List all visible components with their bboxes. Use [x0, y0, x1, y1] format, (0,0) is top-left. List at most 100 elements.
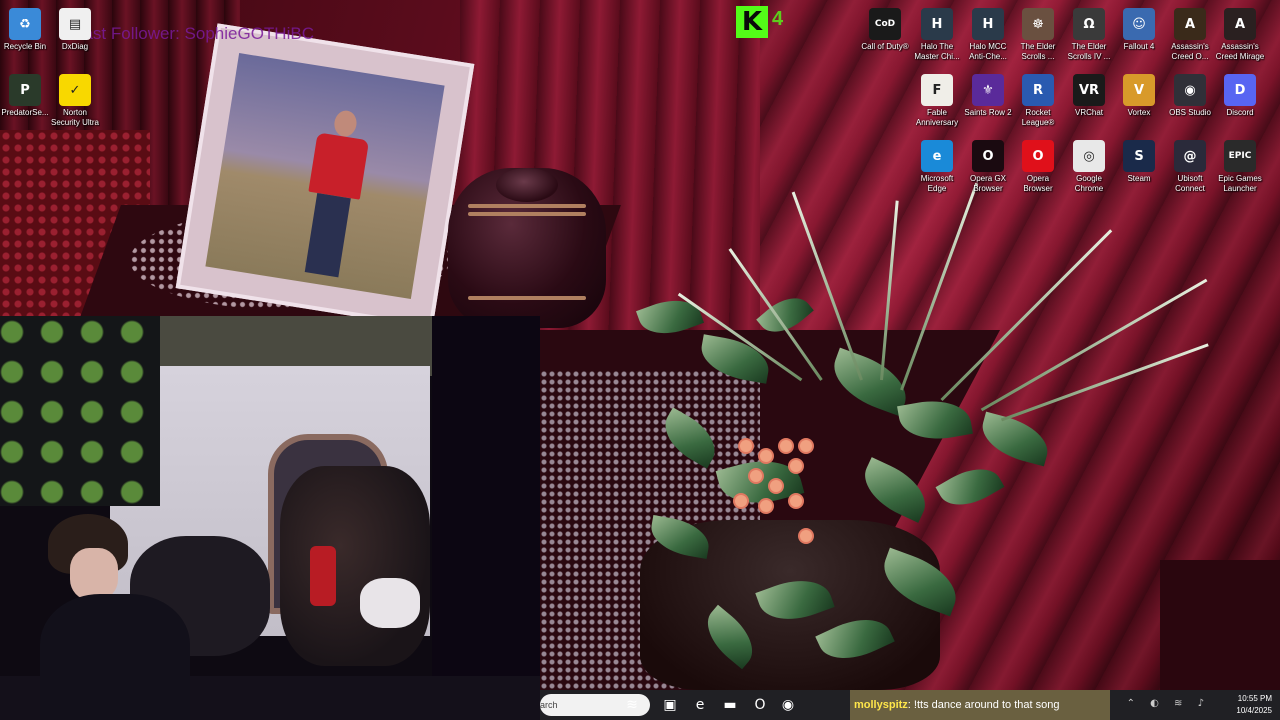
- desktop-icon-call-of-duty[interactable]: CoD Call of Duty®: [860, 4, 910, 68]
- clock-time: 10:55 PM: [1237, 694, 1272, 703]
- fable-icon: F: [921, 74, 953, 106]
- chat-message: : !tts dance around to that song: [907, 699, 1060, 711]
- chat-notification: mollyspitz: !tts dance around to that so…: [850, 690, 1110, 720]
- norton-icon: ✓: [59, 74, 91, 106]
- saints-row-icon: ⚜: [972, 74, 1004, 106]
- opera-icon: O: [1022, 140, 1054, 172]
- file-explorer-icon[interactable]: ▬: [720, 695, 740, 715]
- desktop-icon-label: Vortex: [1127, 108, 1151, 117]
- kick-viewer-count: 4: [772, 8, 784, 30]
- desktop-icon-vrchat[interactable]: VR VRChat: [1064, 70, 1114, 134]
- opera-taskbar-icon[interactable]: O: [750, 695, 770, 715]
- desktop-icon-assassins-creed-mirage[interactable]: A Assassin's Creed Mirage: [1215, 4, 1265, 68]
- desktop-icon-label: Call of Duty®: [861, 42, 909, 51]
- desktop-icon-predator-sense[interactable]: P PredatorSe...: [0, 70, 50, 134]
- webcam-red-object: [310, 546, 336, 606]
- desktop-icon-label: The Elder Scrolls IV ...: [1067, 42, 1111, 61]
- desktop-icon-label: Assassin's Creed O...: [1171, 42, 1209, 61]
- desktop-icon-ubisoft[interactable]: @ Ubisoft Connect: [1165, 136, 1215, 200]
- desktop-icon-elder-scrolls[interactable]: ☸ The Elder Scrolls ...: [1013, 4, 1063, 68]
- assassins-creed-odyssey-icon: A: [1174, 8, 1206, 40]
- desktop-icon-label: Ubisoft Connect: [1175, 174, 1205, 193]
- wallpaper-floor: [1160, 560, 1280, 700]
- desktop-icon-chrome[interactable]: ◎ Google Chrome: [1064, 136, 1114, 200]
- obs-studio-icon: ◉: [1174, 74, 1206, 106]
- steam-icon: S: [1123, 140, 1155, 172]
- vrchat-icon: VR: [1073, 74, 1105, 106]
- recycle-bin-icon: ♻: [9, 8, 41, 40]
- desktop-icon-label: Halo MCC Anti-Che...: [969, 42, 1007, 61]
- webcam-tapestry: [0, 316, 160, 506]
- desktop-icon-saints-row[interactable]: ⚜ Saints Row 2: [963, 70, 1013, 134]
- desktop-icon-norton[interactable]: ✓ Norton Security Ultra: [50, 70, 100, 134]
- desktop-icon-label: Opera Browser: [1023, 174, 1053, 193]
- desktop-icon-opera-gx[interactable]: O Opera GX Browser: [963, 136, 1013, 200]
- opera-gx-icon: O: [972, 140, 1004, 172]
- edge-icon: e: [921, 140, 953, 172]
- wallpaper-photo-frame: [175, 23, 475, 329]
- task-view-icon[interactable]: ▣: [660, 695, 680, 715]
- chrome-icon: ◎: [1073, 140, 1105, 172]
- kick-logo-icon: K: [736, 6, 768, 38]
- taskbar-clock[interactable]: 10:55 PM 10/4/2025: [1236, 693, 1272, 717]
- desktop-icon-rocket-league[interactable]: R Rocket League®: [1013, 70, 1063, 134]
- desktop-icon-label: Google Chrome: [1074, 174, 1104, 193]
- desktop-icon-label: The Elder Scrolls ...: [1020, 42, 1056, 61]
- desktop-icon-fallout-4[interactable]: ☺ Fallout 4: [1114, 4, 1164, 68]
- taskbar: arch ≋ ▣ e ▬ O ◉ mollyspitz: !tts dance aroun…: [540, 690, 1280, 720]
- search-highlight-icon[interactable]: ≋: [622, 695, 642, 715]
- predator-sense-icon: P: [9, 74, 41, 106]
- desktop-icon-label: Recycle Bin: [3, 42, 47, 51]
- oblivion-icon: Ω: [1073, 8, 1105, 40]
- desktop-icon-label: Opera GX Browser: [969, 174, 1006, 193]
- document-icon: ▤: [59, 8, 91, 40]
- chat-username: mollyspitz: [854, 699, 908, 711]
- desktop-icon-oblivion[interactable]: Ω The Elder Scrolls IV ...: [1064, 4, 1114, 68]
- assassins-creed-mirage-icon: A: [1224, 8, 1256, 40]
- desktop-icon-label: Halo The Master Chi...: [914, 42, 960, 61]
- ubisoft-icon: @: [1174, 140, 1206, 172]
- desktop-icon-epic-games[interactable]: EPIC Epic Games Launcher: [1215, 136, 1265, 200]
- desktop-icon-label: Discord: [1226, 108, 1254, 117]
- desktop-icon-steam[interactable]: S Steam: [1114, 136, 1164, 200]
- edge-taskbar-icon[interactable]: e: [690, 695, 710, 715]
- desktop-icon-label: OBS Studio: [1169, 108, 1211, 117]
- desktop-icon-label: VRChat: [1074, 108, 1103, 117]
- desktop-icon-label: Epic Games Launcher: [1218, 174, 1262, 193]
- desktop-icon-label: DxDiag: [61, 42, 89, 51]
- epic-games-icon: EPIC: [1224, 140, 1256, 172]
- desktop-icon-label: PredatorSe...: [1, 108, 49, 117]
- halo-anticheat-icon: H: [972, 8, 1004, 40]
- desktop-icon-document[interactable]: ▤ DxDiag: [50, 4, 100, 68]
- photo-person: [295, 107, 373, 283]
- desktop-icon-assassins-creed-odyssey[interactable]: A Assassin's Creed O...: [1165, 4, 1215, 68]
- halo-mcc-icon: H: [921, 8, 953, 40]
- desktop-icon-fable[interactable]: F Fable Anniversary: [912, 70, 962, 134]
- webcam-feed: [0, 316, 540, 720]
- desktop-icon-obs-studio[interactable]: ◉ OBS Studio: [1165, 70, 1215, 134]
- desktop-icon-label: Saints Row 2: [964, 108, 1012, 117]
- desktop-icon-label: Rocket League®: [1021, 108, 1055, 127]
- search-placeholder: arch: [540, 700, 558, 710]
- desktop-icon-label: Assassin's Creed Mirage: [1215, 42, 1265, 61]
- desktop-icon-vortex[interactable]: V Vortex: [1114, 70, 1164, 134]
- webcam-streamer: [40, 514, 190, 720]
- system-tray[interactable]: ⌃ ◐ ≋ ♪: [1127, 698, 1210, 709]
- last-follower-banner: Last Follower: SophieGOTHiBC: [74, 24, 314, 43]
- wallpaper-photo: [205, 53, 445, 299]
- desktop-icon-halo-mcc[interactable]: H Halo The Master Chi...: [912, 4, 962, 68]
- clock-date: 10/4/2025: [1236, 706, 1272, 715]
- desktop-icon-label: Fable Anniversary: [915, 108, 959, 127]
- desktop-icon-discord[interactable]: D Discord: [1215, 70, 1265, 134]
- desktop-icon-label: Microsoft Edge: [920, 174, 954, 193]
- desktop-icon-recycle-bin[interactable]: ♻ Recycle Bin: [0, 4, 50, 68]
- wallpaper-urn: [448, 168, 606, 328]
- obs-taskbar-icon[interactable]: ◉: [778, 695, 798, 715]
- desktop-icon-opera[interactable]: O Opera Browser: [1013, 136, 1063, 200]
- rocket-league-icon: R: [1022, 74, 1054, 106]
- desktop-icon-halo-anticheat[interactable]: H Halo MCC Anti-Che...: [963, 4, 1013, 68]
- fallout-4-icon: ☺: [1123, 8, 1155, 40]
- elder-scrolls-icon: ☸: [1022, 8, 1054, 40]
- desktop-icon-label: Steam: [1127, 174, 1151, 183]
- desktop-icon-edge[interactable]: e Microsoft Edge: [912, 136, 962, 200]
